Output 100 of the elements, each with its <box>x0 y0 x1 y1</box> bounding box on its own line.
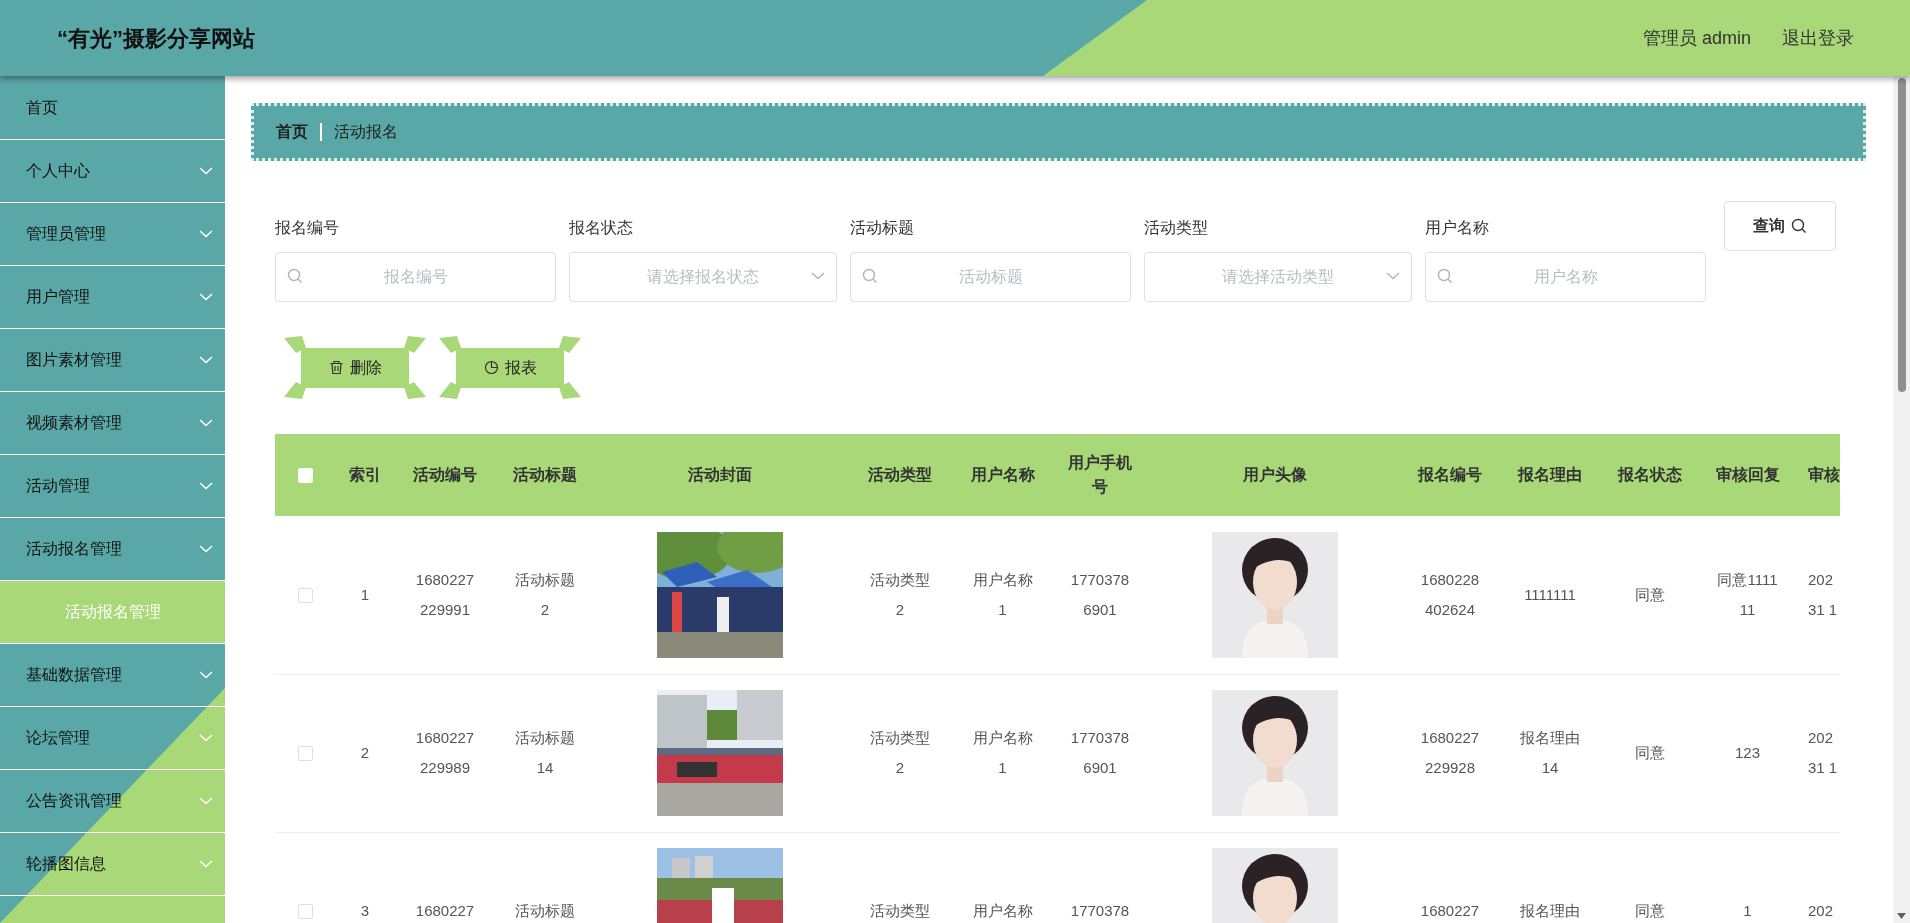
column-header: 索引 <box>349 465 381 485</box>
select-field[interactable]: 请选择活动类型 <box>1144 252 1412 302</box>
column-header: 报名理由 <box>1518 465 1582 485</box>
table-cell-text: 同意111111 <box>1716 569 1779 620</box>
sidebar-item[interactable]: 基础数据管理 <box>0 644 225 707</box>
column-header: 用户名称 <box>970 465 1035 485</box>
table-cell-text: 1680227229991 <box>414 569 476 620</box>
sidebar-item[interactable]: 图片素材管理 <box>0 329 225 392</box>
search-icon <box>1437 268 1453 284</box>
table-cell-text: 1680227 <box>415 901 475 921</box>
logout-link[interactable]: 退出登录 <box>1782 24 1854 52</box>
sidebar-item[interactable]: 视频素材管理 <box>0 392 225 455</box>
search-icon <box>1791 218 1807 234</box>
table-cell-text: 同意 <box>1635 743 1665 763</box>
table-cell-text: 用户名称1 <box>971 569 1034 620</box>
input-field[interactable]: 报名编号 <box>275 252 556 302</box>
column-header: 活动编号 <box>413 465 477 485</box>
table-cell-text: 123 <box>1735 743 1760 763</box>
table-cell-text: 202 31 1 <box>1808 569 1838 620</box>
chevron-down-icon <box>199 419 213 427</box>
column-header: 报名编号 <box>1418 465 1482 485</box>
column-header: 用户手机号 <box>1068 453 1132 497</box>
input-field[interactable]: 用户名称 <box>1425 252 1706 302</box>
table-cell-text: 17703786901 <box>1069 569 1131 620</box>
filter-label: 活动标题 <box>850 218 915 238</box>
chevron-down-icon <box>199 482 213 490</box>
filter-label: 报名状态 <box>569 218 634 238</box>
table-cell-text: 活动类型 <box>870 901 930 921</box>
select-field[interactable]: 请选择报名状态 <box>569 252 837 302</box>
column-header: 审核 <box>1808 465 1840 485</box>
sidebar-item[interactable]: 轮播图信息 <box>0 833 225 896</box>
table-cell-text: 1680227229928 <box>1419 728 1481 778</box>
table-cell-text: 1680227229989 <box>414 728 476 778</box>
table-cell-text: 1 <box>1743 901 1752 921</box>
chevron-down-icon <box>199 356 213 364</box>
table-cell-text: 用户名称 <box>972 901 1033 921</box>
filter-label: 用户名称 <box>1425 218 1490 238</box>
sidebar-item[interactable]: 论坛管理 <box>0 707 225 770</box>
search-button[interactable]: 查询 <box>1724 201 1836 251</box>
breadcrumb-current: 活动报名 <box>334 122 398 142</box>
column-header: 报名状态 <box>1618 465 1682 485</box>
scroll-down-icon[interactable] <box>1897 913 1906 919</box>
chevron-down-icon <box>199 167 213 175</box>
table-cell-text: 1770378 <box>1070 901 1130 921</box>
site-title: “有光”摄影分享网站 <box>57 24 255 53</box>
sidebar-item[interactable]: 管理员管理 <box>0 203 225 266</box>
chevron-down-icon <box>199 230 213 238</box>
chevron-down-icon <box>199 293 213 301</box>
breadcrumb-link[interactable]: 首页 <box>276 120 308 144</box>
sidebar-item[interactable]: 公告资讯管理 <box>0 770 225 833</box>
table-cell-text: 用户名称1 <box>971 728 1034 778</box>
chevron-down-icon <box>199 545 213 553</box>
search-icon <box>287 268 303 284</box>
column-header: 活动标题 <box>513 465 577 485</box>
chevron-down-icon <box>1386 272 1400 280</box>
table-cell-text: 报名理由 <box>1520 901 1580 921</box>
table-cell-text: 202 31 1 <box>1808 728 1838 778</box>
column-header: 活动封面 <box>688 465 752 485</box>
table-cell-text: 17703786901 <box>1069 728 1131 778</box>
table-cell-text: 活动标题 <box>515 901 575 921</box>
checkbox[interactable] <box>297 904 313 920</box>
table-cell-text: 同意 <box>1635 584 1665 605</box>
column-header: 用户头像 <box>1243 465 1307 485</box>
table-cell-text: 1111111 <box>1524 584 1576 605</box>
table-cell-text: 活动标题2 <box>514 569 576 620</box>
column-header: 审核回复 <box>1715 465 1780 485</box>
filter-label: 活动类型 <box>1144 218 1209 238</box>
chevron-down-icon <box>199 797 213 805</box>
sidebar-item[interactable]: 个人中心 <box>0 140 225 203</box>
report-button[interactable]: 报表 <box>439 336 581 399</box>
table-cell-text: 3 <box>360 901 370 921</box>
input-field[interactable]: 活动标题 <box>850 252 1131 302</box>
filter-label: 报名编号 <box>275 218 340 238</box>
table-cell-text: 2 <box>360 743 370 763</box>
trash-icon <box>328 360 344 375</box>
table-cell-text: 202 <box>1808 901 1834 921</box>
scrollbar-track[interactable] <box>1893 76 1910 923</box>
pie-chart-icon <box>483 360 499 375</box>
sidebar-item[interactable]: 活动管理 <box>0 455 225 518</box>
checkbox[interactable] <box>297 746 313 762</box>
table-cell-text: 活动类型2 <box>869 728 931 778</box>
sidebar-item[interactable]: 用户管理 <box>0 266 225 329</box>
delete-button[interactable]: 删除 <box>284 336 426 399</box>
sidebar-item[interactable]: 首页 <box>0 76 225 140</box>
table-cell-text: 活动标题14 <box>514 728 576 778</box>
table-cell-text: 活动类型2 <box>869 569 931 620</box>
checkbox[interactable] <box>297 588 313 603</box>
table-cell-text: 1680227 <box>1420 901 1480 921</box>
table-cell-text: 同意 <box>1635 901 1665 921</box>
table-cell-text: 1680228402624 <box>1419 569 1481 620</box>
chevron-down-icon <box>199 671 213 679</box>
search-icon <box>862 268 878 284</box>
table-cell-text: 1 <box>360 584 370 605</box>
chevron-down-icon <box>199 860 213 868</box>
chevron-down-icon <box>811 272 825 280</box>
column-header: 活动类型 <box>868 465 932 485</box>
table-cell-text: 报名理由14 <box>1519 728 1581 778</box>
chevron-down-icon <box>199 734 213 742</box>
scrollbar-thumb[interactable] <box>1897 78 1906 392</box>
admin-user-label: 管理员 admin <box>1642 26 1751 50</box>
